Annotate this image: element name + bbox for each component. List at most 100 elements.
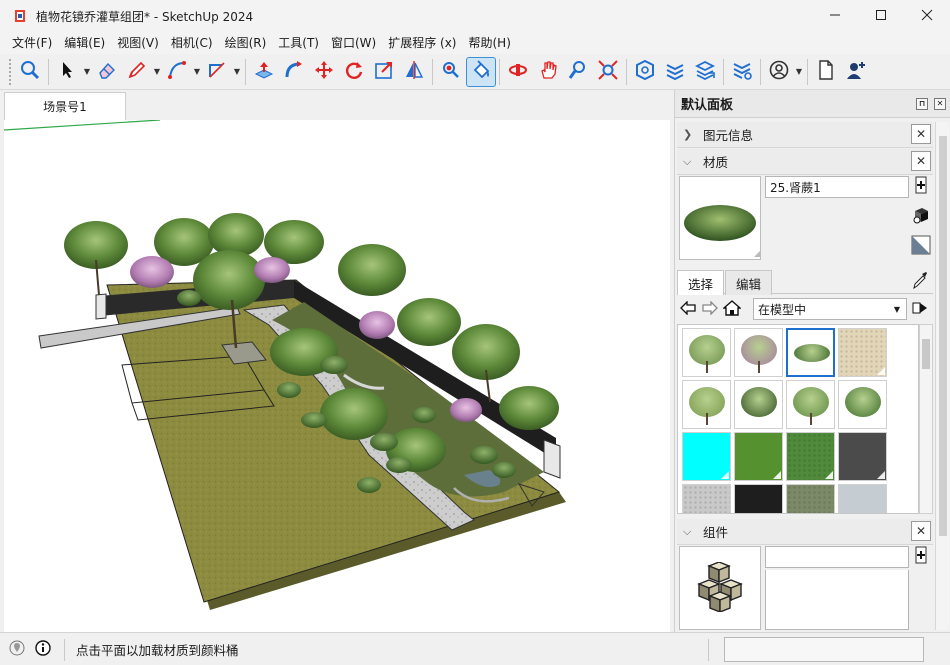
- extension-button[interactable]: [660, 57, 690, 87]
- rotate-button[interactable]: [339, 57, 369, 87]
- details-button[interactable]: [909, 298, 931, 320]
- measurements-box[interactable]: [724, 637, 924, 662]
- zoom-tool-button[interactable]: [563, 57, 593, 87]
- material-swatch-cyan[interactable]: [682, 432, 731, 481]
- component-description-field[interactable]: [765, 570, 909, 630]
- material-swatch-gravel[interactable]: [682, 484, 731, 513]
- close-icon: ✕: [915, 154, 927, 168]
- menu-help[interactable]: 帮助(H): [462, 32, 516, 54]
- pin-button[interactable]: ⊓: [916, 98, 928, 110]
- menu-draw[interactable]: 绘图(R): [219, 32, 273, 54]
- tab-edit[interactable]: 编辑: [725, 270, 773, 295]
- material-swatch-grass[interactable]: [786, 432, 835, 481]
- create-material-button[interactable]: [911, 176, 931, 196]
- sample-paint-button[interactable]: [911, 206, 931, 226]
- material-swatch-sand[interactable]: [838, 328, 887, 377]
- components-section[interactable]: ⌵ 组件 ✕: [677, 519, 933, 545]
- instructor-button[interactable]: [32, 638, 54, 660]
- menu-extensions[interactable]: 扩展程序 (x): [382, 32, 462, 54]
- model-viewport[interactable]: [4, 120, 670, 632]
- tree-trunk: [810, 413, 812, 425]
- eraser-button[interactable]: [92, 57, 122, 87]
- material-nav-row: 在模型中 ▼: [677, 296, 933, 322]
- material-swatch-fern[interactable]: [786, 328, 835, 377]
- walk-button[interactable]: [436, 57, 466, 87]
- menu-view[interactable]: 视图(V): [111, 32, 165, 54]
- zoom-button[interactable]: [15, 57, 45, 87]
- material-swatch-tree-tall[interactable]: [682, 380, 731, 429]
- component-name-field[interactable]: [765, 546, 909, 568]
- menu-window[interactable]: 窗口(W): [325, 32, 382, 54]
- warehouse-button[interactable]: [630, 57, 660, 87]
- material-swatch-green[interactable]: [734, 432, 783, 481]
- pencil-dropdown[interactable]: ▼: [152, 57, 162, 87]
- layer-button[interactable]: [690, 57, 720, 87]
- menu-file[interactable]: 文件(F): [6, 32, 58, 54]
- material-library-select[interactable]: 在模型中 ▼: [753, 298, 907, 320]
- info-icon: [35, 639, 51, 659]
- push-pull-button[interactable]: [249, 57, 279, 87]
- material-swatch-tree-white[interactable]: [682, 328, 731, 377]
- add-component-button[interactable]: [911, 546, 931, 566]
- pan-button[interactable]: [533, 57, 563, 87]
- arc-button[interactable]: [162, 57, 192, 87]
- pencil-button[interactable]: [122, 57, 152, 87]
- forward-button[interactable]: [699, 298, 721, 320]
- add-user-button[interactable]: [841, 57, 871, 87]
- entity-info-close-button[interactable]: ✕: [911, 124, 931, 144]
- close-button[interactable]: [904, 0, 950, 32]
- flip-button[interactable]: [399, 57, 429, 87]
- material-swatch-shrub-round[interactable]: [838, 380, 887, 429]
- solid-tools-button[interactable]: [727, 57, 757, 87]
- geo-location-button[interactable]: [6, 638, 28, 660]
- paint-bucket-button[interactable]: [466, 56, 496, 87]
- default-material-button[interactable]: [911, 235, 931, 256]
- minimize-button[interactable]: [812, 0, 858, 32]
- menu-tools[interactable]: 工具(T): [272, 32, 325, 54]
- rectangle-dropdown[interactable]: ▼: [232, 57, 242, 87]
- select-dropdown[interactable]: ▼: [82, 57, 92, 87]
- material-swatch-dark-grey[interactable]: [838, 432, 887, 481]
- material-swatch-light-blue-grey[interactable]: [838, 484, 887, 513]
- material-swatch-black[interactable]: [734, 484, 783, 513]
- components-close-button[interactable]: ✕: [911, 521, 931, 541]
- materials-section[interactable]: ⌵ 材质 ✕: [677, 149, 933, 175]
- toolbar-grip[interactable]: [9, 58, 12, 85]
- arc-dropdown[interactable]: ▼: [192, 57, 202, 87]
- material-swatch-tree-pink[interactable]: [734, 328, 783, 377]
- home-button[interactable]: [721, 298, 743, 320]
- new-file-button[interactable]: [811, 57, 841, 87]
- tray-scrollbar[interactable]: [935, 122, 949, 630]
- arrow-right-icon: [702, 299, 718, 318]
- eyedropper-button[interactable]: [911, 270, 929, 293]
- back-button[interactable]: [677, 298, 699, 320]
- tab-select[interactable]: 选择: [677, 270, 725, 295]
- entity-info-section[interactable]: ❯ 图元信息 ✕: [677, 122, 933, 148]
- scene-tab[interactable]: 场景号1: [4, 92, 126, 120]
- material-swatch-tree-small[interactable]: [786, 380, 835, 429]
- scrollbar-thumb[interactable]: [922, 339, 930, 369]
- scrollbar-thumb[interactable]: [939, 136, 947, 536]
- follow-me-button[interactable]: [279, 57, 309, 87]
- material-name-field[interactable]: 25.肾蕨1: [765, 176, 909, 198]
- swatch-corner-marker: [877, 419, 885, 427]
- tray-close-button[interactable]: ✕: [934, 98, 946, 110]
- swatch-scrollbar[interactable]: [919, 324, 933, 514]
- menu-camera[interactable]: 相机(C): [165, 32, 219, 54]
- materials-close-button[interactable]: ✕: [911, 151, 931, 171]
- scale-button[interactable]: [369, 57, 399, 87]
- account-button[interactable]: [764, 57, 794, 87]
- zoom-extents-button[interactable]: [593, 57, 623, 87]
- swatch-corner-marker: [721, 419, 729, 427]
- material-swatch-pebbles[interactable]: [786, 484, 835, 513]
- select-button[interactable]: [52, 57, 82, 87]
- move-button[interactable]: [309, 57, 339, 87]
- tray-header-buttons: ⊓ ✕: [916, 98, 946, 110]
- add-user-icon: [845, 59, 867, 84]
- menu-edit[interactable]: 编辑(E): [58, 32, 111, 54]
- material-swatch-shrub-dark[interactable]: [734, 380, 783, 429]
- rectangle-button[interactable]: [202, 57, 232, 87]
- account-dropdown[interactable]: ▼: [794, 57, 804, 87]
- maximize-button[interactable]: [858, 0, 904, 32]
- orbit-button[interactable]: [503, 57, 533, 87]
